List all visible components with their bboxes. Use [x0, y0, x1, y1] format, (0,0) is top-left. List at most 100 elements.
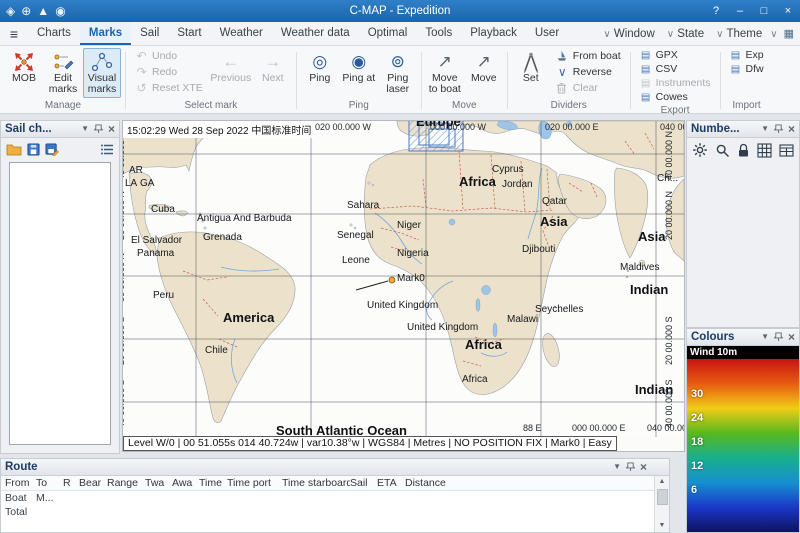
previous-mark-button[interactable]: ← Previous [209, 48, 253, 86]
lock-icon[interactable] [737, 143, 750, 158]
group-label-ping: Ping [301, 99, 417, 113]
help-button[interactable]: ? [704, 0, 728, 22]
route-row[interactable]: Total [1, 505, 669, 519]
minimize-button[interactable]: – [728, 0, 752, 22]
close-icon[interactable]: × [640, 461, 647, 473]
app-menu-button[interactable]: ≡ [0, 26, 28, 42]
tab-weather-data[interactable]: Weather data [272, 22, 359, 45]
export-instruments-button[interactable]: ▤Instruments [635, 76, 716, 90]
export-gpx-button[interactable]: ▤GPX [635, 48, 716, 62]
export-cowes-button[interactable]: ▤Cowes [635, 90, 716, 104]
save-edit-icon[interactable] [45, 143, 59, 156]
redo-button[interactable]: ↷ Redo [130, 64, 208, 80]
mob-button[interactable]: MOB [5, 48, 43, 86]
route-scrollbar[interactable]: ▲ ▼ [654, 476, 669, 532]
tab-start[interactable]: Start [168, 22, 210, 45]
route-col-time[interactable]: Time [199, 477, 227, 489]
scroll-up-button[interactable]: ▲ [659, 476, 666, 488]
move-to-boat-button[interactable]: ↗ Move to boat [426, 48, 464, 98]
move-button[interactable]: ↗ Move [465, 48, 503, 86]
grid-coordinate-label: 040 00.000 E [647, 423, 685, 433]
sail-charts-list[interactable] [9, 162, 111, 445]
close-button[interactable]: × [776, 0, 800, 22]
pin-icon[interactable] [774, 124, 783, 134]
trash-icon [556, 82, 569, 94]
gear-icon[interactable] [692, 142, 708, 158]
open-folder-icon[interactable] [6, 143, 22, 156]
scroll-down-button[interactable]: ▼ [659, 520, 666, 532]
visual-marks-icon [91, 51, 113, 73]
table-icon[interactable] [779, 144, 794, 157]
from-boat-button[interactable]: From boat [551, 48, 626, 64]
set-dividers-button[interactable]: Set [512, 48, 550, 86]
route-col-sail[interactable]: Sail [350, 477, 377, 489]
quick-access-icon-3[interactable]: ▲ [37, 0, 49, 22]
route-col-time-starboard[interactable]: Time starboard [282, 477, 350, 489]
pin-icon[interactable] [94, 124, 103, 134]
menu-theme[interactable]: ∨ Theme [716, 28, 762, 40]
clear-button[interactable]: Clear [551, 80, 626, 96]
tab-tools[interactable]: Tools [416, 22, 461, 45]
layout-icon[interactable]: ▦ [784, 27, 800, 40]
route-col-to[interactable]: To [36, 477, 63, 489]
undo-button[interactable]: ↶ Undo [130, 48, 208, 64]
pin-icon[interactable] [774, 332, 783, 342]
save-icon[interactable] [27, 143, 40, 156]
pin-icon[interactable] [626, 462, 635, 472]
list-icon[interactable] [101, 144, 114, 155]
file-icon: ▤ [640, 92, 652, 103]
quick-access-icon-2[interactable]: ⊕ [21, 0, 31, 22]
ping-at-button[interactable]: ◉ Ping at [340, 48, 378, 86]
menu-window[interactable]: ∨ Window [603, 28, 654, 40]
route-col-time-port[interactable]: Time port [227, 477, 282, 489]
edit-marks-button[interactable]: Edit marks [44, 48, 82, 98]
import-dfw-button[interactable]: ▤Dfw [725, 62, 769, 76]
dropdown-icon[interactable]: ▼ [761, 333, 769, 341]
close-icon[interactable]: × [788, 123, 795, 135]
route-col-twa[interactable]: Twa [145, 477, 172, 489]
tab-user[interactable]: User [526, 22, 568, 45]
dropdown-icon[interactable]: ▼ [761, 125, 769, 133]
close-icon[interactable]: × [788, 331, 795, 343]
tab-weather[interactable]: Weather [211, 22, 272, 45]
ping-icon: ◎ [312, 51, 327, 73]
tab-sail[interactable]: Sail [131, 22, 168, 45]
route-col-r[interactable]: R [63, 477, 79, 489]
next-mark-button[interactable]: → Next [254, 48, 292, 86]
route-col-bear[interactable]: Bear [79, 477, 107, 489]
chevron-down-icon: ∨ [603, 29, 610, 40]
tab-charts[interactable]: Charts [28, 22, 80, 45]
export-csv-button[interactable]: ▤CSV [635, 62, 716, 76]
dropdown-icon[interactable]: ▼ [81, 125, 89, 133]
import-exp-button[interactable]: ▤Exp [725, 48, 769, 62]
tab-marks[interactable]: Marks [80, 22, 131, 45]
ping-laser-button[interactable]: ⊚ Ping laser [379, 48, 417, 98]
route-row[interactable]: BoatM... [1, 491, 669, 505]
reset-xte-button[interactable]: ↺ Reset XTE [130, 80, 208, 96]
tab-playback[interactable]: Playback [461, 22, 526, 45]
route-col-from[interactable]: From [5, 477, 36, 489]
ribbon-group-dividers: Set From boat ∨ Reverse Clear [509, 48, 629, 113]
redo-label: Redo [152, 66, 177, 78]
quick-access-icon-4[interactable]: ◉ [55, 0, 65, 22]
grid-icon[interactable] [757, 143, 772, 158]
dropdown-icon[interactable]: ▼ [613, 463, 621, 471]
ping-button[interactable]: ◎ Ping [301, 48, 339, 86]
search-icon[interactable] [715, 143, 730, 158]
chart-view[interactable]: EuropeARLAGACubaAntigua And BarbudaGrena… [122, 120, 685, 452]
close-icon[interactable]: × [108, 123, 115, 135]
route-col-range[interactable]: Range [107, 477, 145, 489]
reverse-button[interactable]: ∨ Reverse [551, 64, 626, 80]
ribbon-collapse-button[interactable]: ∨ [770, 28, 783, 40]
menu-state[interactable]: ∨ State [667, 28, 704, 40]
visual-marks-button[interactable]: Visual marks [83, 48, 121, 98]
maximize-button[interactable]: □ [752, 0, 776, 22]
scroll-thumb[interactable] [657, 489, 668, 505]
quick-access-icon-1[interactable]: ◈ [6, 0, 15, 22]
tab-optimal[interactable]: Optimal [359, 22, 417, 45]
file-icon: ▤ [730, 64, 742, 75]
route-col-distance[interactable]: Distance [405, 477, 455, 489]
route-col-eta[interactable]: ETA [377, 477, 405, 489]
window-controls: ? – □ × [680, 0, 800, 22]
route-col-awa[interactable]: Awa [172, 477, 199, 489]
